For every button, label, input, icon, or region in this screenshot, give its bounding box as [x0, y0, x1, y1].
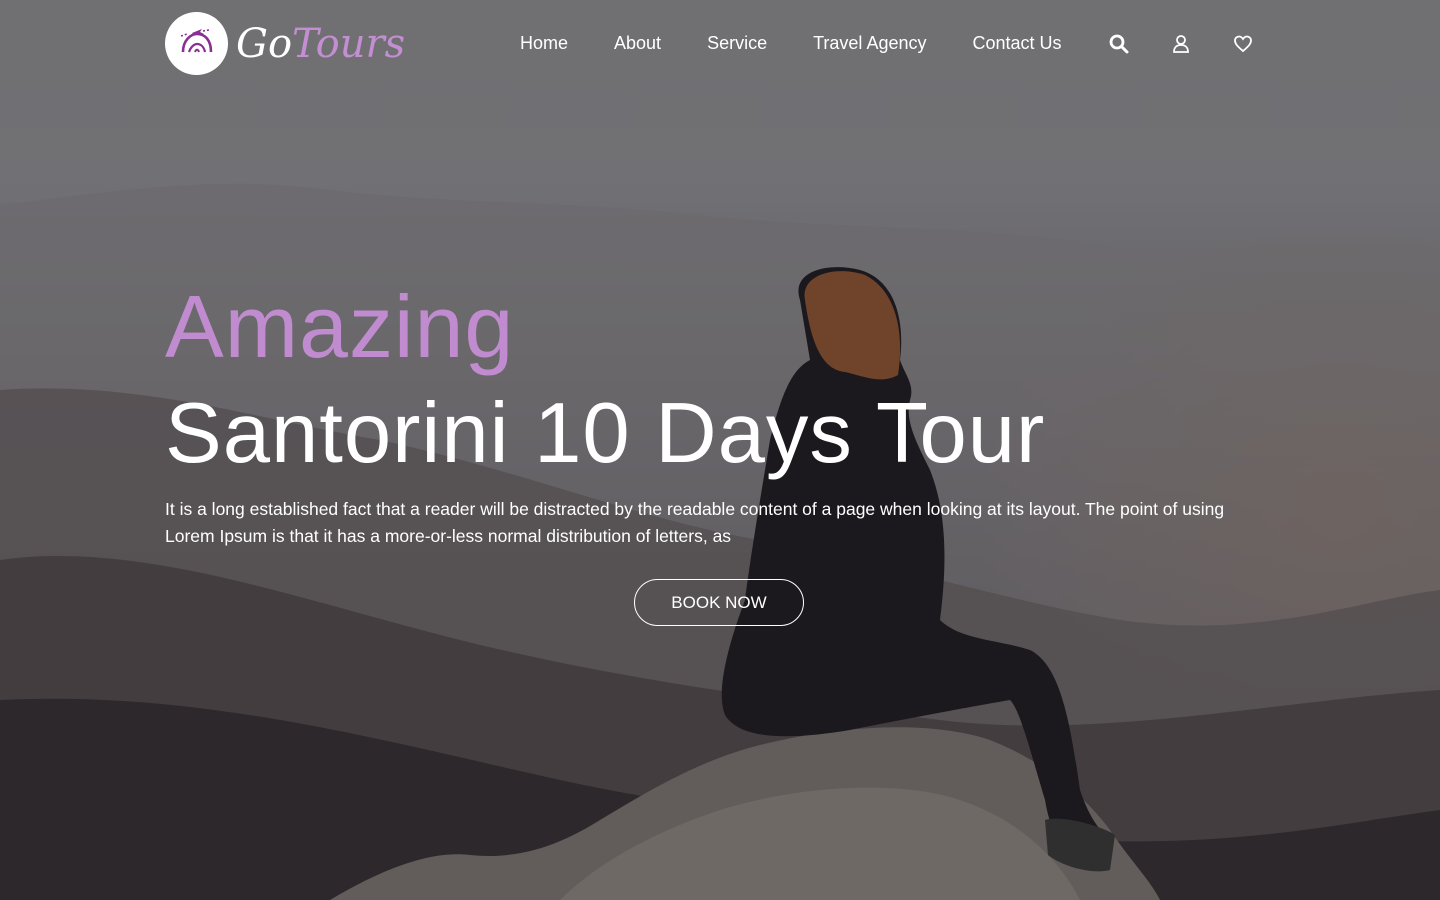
globe-plane-icon: [165, 12, 228, 75]
brand-wordmark: GoTours: [236, 24, 405, 64]
nav-home[interactable]: Home: [520, 33, 568, 54]
brand-go: Go: [236, 20, 293, 67]
nav-about[interactable]: About: [614, 33, 661, 54]
search-icon[interactable]: [1108, 33, 1130, 55]
nav-travel-agency[interactable]: Travel Agency: [813, 33, 926, 54]
hero-kicker: Amazing: [165, 277, 515, 376]
brand-tours: Tours: [292, 20, 406, 67]
hero-title: Santorini 10 Days Tour: [165, 386, 1046, 481]
top-navigation: GoTours Home About Service Travel Agency…: [0, 0, 1440, 90]
nav-contact-us[interactable]: Contact Us: [972, 33, 1061, 54]
heart-icon[interactable]: [1232, 33, 1254, 55]
hero-description: It is a long established fact that a rea…: [165, 499, 1225, 546]
nav-service[interactable]: Service: [707, 33, 767, 54]
book-now-button[interactable]: BOOK NOW: [634, 579, 804, 626]
header-actions: [1108, 33, 1294, 55]
brand-logo[interactable]: GoTours: [165, 12, 405, 75]
main-menu: Home About Service Travel Agency Contact…: [520, 33, 1108, 54]
user-icon[interactable]: [1170, 33, 1192, 55]
